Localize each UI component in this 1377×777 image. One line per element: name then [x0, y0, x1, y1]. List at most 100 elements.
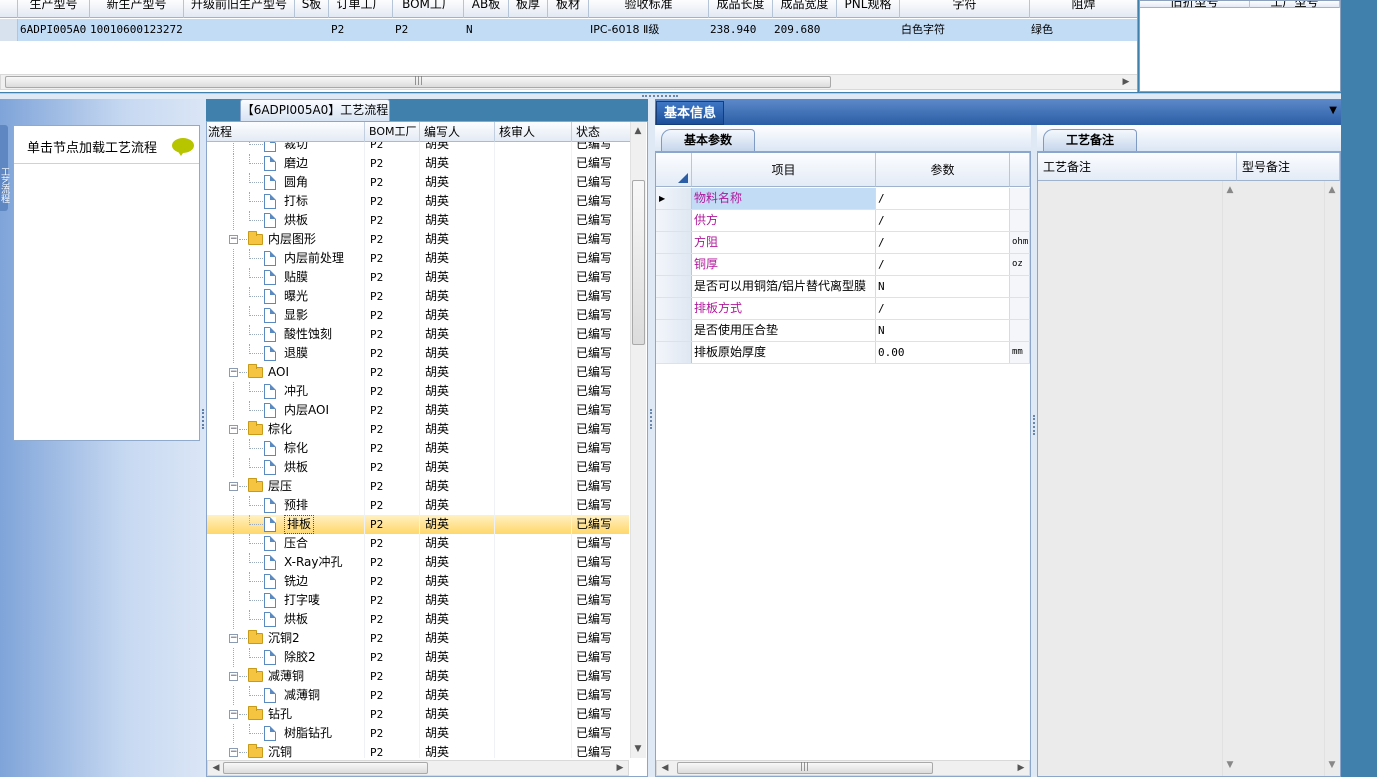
row-header[interactable] — [656, 210, 692, 231]
table-row-selected[interactable]: 6ADPI005A0 10010600123272 P2 P2 N IPC-60… — [0, 19, 1137, 41]
tree-row[interactable]: 排板 P2 胡英 已编写 — [207, 515, 629, 534]
model-remark-vscroll[interactable]: ▲ ▼ — [1324, 181, 1340, 776]
row-header[interactable] — [656, 254, 692, 275]
param-value[interactable]: N — [876, 320, 1010, 341]
hscroll-thumb[interactable]: ||| — [5, 76, 831, 88]
cell-width[interactable]: 209.680 — [774, 19, 836, 41]
param-value[interactable]: / — [876, 232, 1010, 253]
tree-group-row[interactable]: − 内层图形 P2 胡英 已编写 — [207, 230, 629, 249]
col-header[interactable]: 成品宽度 — [773, 0, 837, 18]
param-row[interactable]: 是否使用压合垫 N — [656, 320, 1030, 342]
param-item[interactable]: 排板方式 — [692, 298, 876, 319]
tree-group-row[interactable]: − 减薄铜 P2 胡英 已编写 — [207, 667, 629, 686]
param-row[interactable]: 是否可以用铜箔/铝片替代离型膜 N — [656, 276, 1030, 298]
param-row[interactable]: 铜厚 / oz — [656, 254, 1030, 276]
col-header[interactable]: BOM工厂 — [393, 0, 464, 18]
tree-row[interactable]: 烘板 P2 胡英 已编写 — [207, 211, 629, 230]
tree-group-row[interactable]: − AOI P2 胡英 已编写 — [207, 363, 629, 382]
col-header[interactable]: 生产型号 — [18, 0, 90, 18]
scroll-down-arrow[interactable]: ▼ — [1325, 758, 1339, 772]
tree-row[interactable]: 打标 P2 胡英 已编写 — [207, 192, 629, 211]
col-header[interactable]: 板材 — [548, 0, 589, 18]
scroll-up-arrow[interactable]: ▲ — [1223, 183, 1237, 197]
col-header-status[interactable]: 状态 — [572, 122, 631, 142]
vertical-splitter-left[interactable] — [648, 99, 655, 777]
col-header-item[interactable]: 项目 — [692, 153, 876, 187]
tree-group-row[interactable]: − 层压 P2 胡英 已编写 — [207, 477, 629, 496]
tab-process-flow[interactable]: 【6ADPI005A0】工艺流程 — [240, 99, 390, 121]
tree-row[interactable]: 烘板 P2 胡英 已编写 — [207, 610, 629, 629]
tree-hscroll[interactable]: ◀ ▶ — [207, 760, 629, 776]
row-header[interactable] — [656, 298, 692, 319]
cell-order-factory[interactable]: P2 — [331, 19, 371, 41]
col-header[interactable]: S板 — [295, 0, 329, 18]
row-header[interactable] — [656, 320, 692, 341]
scroll-down-arrow[interactable]: ▼ — [631, 742, 645, 756]
scroll-right-arrow[interactable]: ▶ — [613, 761, 627, 775]
dropdown-arrow-icon[interactable]: ▼ — [1329, 105, 1337, 116]
scroll-up-arrow[interactable]: ▲ — [1325, 183, 1339, 197]
scroll-left-arrow[interactable]: ◀ — [209, 761, 223, 775]
vscroll-thumb[interactable] — [632, 180, 645, 345]
param-row[interactable]: ▶ 物料名称 / — [656, 188, 1030, 210]
collapse-icon[interactable]: − — [229, 672, 238, 681]
tree-row[interactable]: 树脂钻孔 P2 胡英 已编写 — [207, 724, 629, 743]
tree-row[interactable]: 铣边 P2 胡英 已编写 — [207, 572, 629, 591]
product-grid-hscroll[interactable]: ||| ▶ — [0, 74, 1137, 90]
tab-basic-info[interactable]: 基本信息 — [656, 101, 724, 125]
col-header-flow[interactable]: 流程 — [207, 122, 365, 142]
scroll-up-arrow[interactable]: ▲ — [631, 124, 645, 138]
cell-length[interactable]: 238.940 — [710, 19, 772, 41]
tree-row[interactable]: 内层AOI P2 胡英 已编写 — [207, 401, 629, 420]
tree-row[interactable]: 除胶2 P2 胡英 已编写 — [207, 648, 629, 667]
tree-vscroll[interactable]: ▲ ▼ — [630, 122, 646, 758]
param-value[interactable]: / — [876, 188, 1010, 209]
col-header[interactable]: 订单工厂 — [329, 0, 393, 18]
tree-row[interactable]: 减薄铜 P2 胡英 已编写 — [207, 686, 629, 705]
col-header-process-remark[interactable]: 工艺备注 — [1038, 153, 1237, 181]
param-row[interactable]: 排板方式 / — [656, 298, 1030, 320]
param-row[interactable]: 方阻 / ohm — [656, 232, 1030, 254]
row-header[interactable] — [656, 342, 692, 363]
param-item[interactable]: 物料名称 — [692, 188, 876, 209]
col-header[interactable]: 阻焊 — [1030, 0, 1137, 18]
hscroll-thumb[interactable] — [223, 762, 428, 774]
param-value[interactable]: / — [876, 298, 1010, 319]
row-header[interactable]: ▶ — [656, 188, 692, 209]
tree-row[interactable]: 棕化 P2 胡英 已编写 — [207, 439, 629, 458]
tree-row[interactable]: 显影 P2 胡英 已编写 — [207, 306, 629, 325]
tree-row[interactable]: 冲孔 P2 胡英 已编写 — [207, 382, 629, 401]
tab-process-remarks[interactable]: 工艺备注 — [1043, 129, 1137, 151]
cell-bom-factory[interactable]: P2 — [395, 19, 435, 41]
col-header-unit[interactable] — [1010, 153, 1030, 187]
param-value[interactable]: / — [876, 254, 1010, 275]
param-row[interactable]: 供方 / — [656, 210, 1030, 232]
row-header[interactable] — [0, 19, 18, 41]
collapse-icon[interactable]: − — [229, 634, 238, 643]
param-item[interactable]: 排板原始厚度 — [692, 342, 876, 363]
scroll-right-arrow[interactable]: ▶ — [1014, 761, 1028, 775]
param-item[interactable]: 是否使用压合垫 — [692, 320, 876, 341]
cell-prod-model[interactable]: 6ADPI005A0 — [20, 19, 90, 41]
collapse-icon[interactable]: − — [229, 748, 238, 757]
tree-row[interactable]: 内层前处理 P2 胡英 已编写 — [207, 249, 629, 268]
row-header[interactable] — [656, 232, 692, 253]
param-value[interactable]: 0.00 — [876, 342, 1010, 363]
tree-row[interactable]: 酸性蚀刻 P2 胡英 已编写 — [207, 325, 629, 344]
cell-new-model[interactable]: 10010600123272 — [90, 19, 184, 41]
tree-group-row[interactable]: − 钻孔 P2 胡英 已编写 — [207, 705, 629, 724]
row-header[interactable] — [656, 276, 692, 297]
tree-group-row[interactable]: − 沉铜 P2 胡英 已编写 — [207, 743, 629, 758]
tree-row[interactable]: 贴膜 P2 胡英 已编写 — [207, 268, 629, 287]
col-header[interactable]: 工厂型号 — [1250, 1, 1340, 8]
collapse-icon[interactable]: − — [229, 425, 238, 434]
cell-solder-mask[interactable]: 绿色 — [1031, 19, 1131, 41]
col-header-model-remark[interactable]: 型号备注 — [1237, 153, 1340, 181]
col-header[interactable]: 升级前旧生产型号 — [184, 0, 295, 18]
tree-row[interactable]: 退膜 P2 胡英 已编写 — [207, 344, 629, 363]
tree-row[interactable]: 曝光 P2 胡英 已编写 — [207, 287, 629, 306]
tree-row[interactable]: 圆角 P2 胡英 已编写 — [207, 173, 629, 192]
param-hscroll[interactable]: ◀ ||| ▶ — [656, 760, 1030, 776]
col-header-value[interactable]: 参数 — [876, 153, 1010, 187]
scroll-right-arrow[interactable]: ▶ — [1119, 75, 1133, 89]
